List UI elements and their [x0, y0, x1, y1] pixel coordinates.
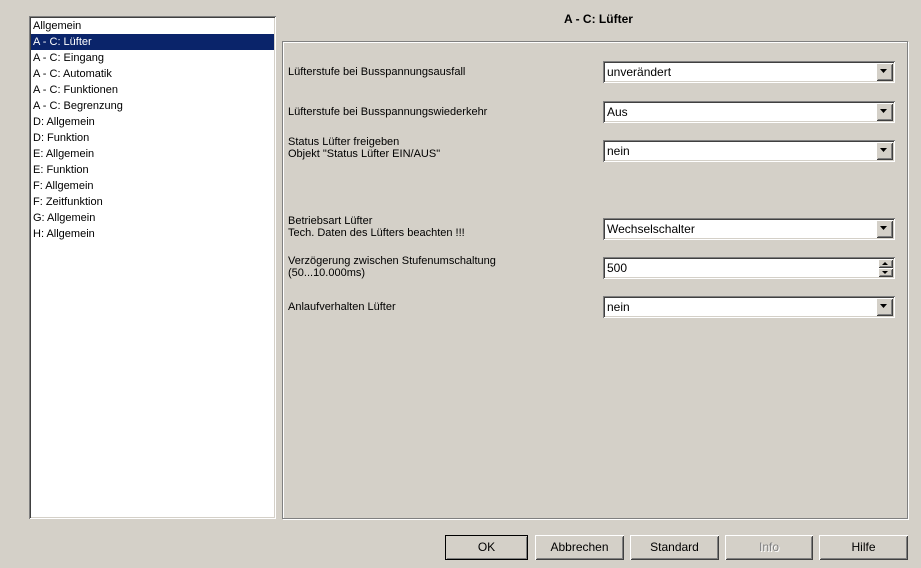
bus-recovery-select[interactable]: Aus: [603, 101, 895, 123]
spin-down-button[interactable]: [878, 268, 893, 277]
tree-item[interactable]: A - C: Funktionen: [31, 82, 274, 98]
tree-item[interactable]: F: Allgemein: [31, 178, 274, 194]
bus-failure-select[interactable]: unverändert: [603, 61, 895, 83]
tree-item[interactable]: E: Funktion: [31, 162, 274, 178]
param-label-startup: Anlaufverhalten Lüfter: [288, 301, 396, 313]
bus-failure-value: unverändert: [607, 65, 672, 79]
bus-recovery-value: Aus: [607, 105, 628, 119]
chevron-down-icon: [880, 109, 887, 113]
tree-item[interactable]: A - C: Begrenzung: [31, 98, 274, 114]
tree-item[interactable]: A - C: Automatik: [31, 66, 274, 82]
switch-delay-spinbox[interactable]: 500: [603, 257, 895, 279]
arrow-down-icon: [882, 271, 888, 274]
ok-button[interactable]: OK: [445, 535, 528, 560]
spin-up-button[interactable]: [878, 259, 893, 268]
info-button: Info: [725, 535, 813, 560]
param-label-bus-recovery: Lüfterstufe bei Busspannungswiederkehr: [288, 106, 488, 118]
dropdown-button[interactable]: [876, 142, 893, 160]
tree-item[interactable]: D: Allgemein: [31, 114, 274, 130]
standard-button[interactable]: Standard: [630, 535, 719, 560]
chevron-down-icon: [880, 69, 887, 73]
tree-item[interactable]: A - C: Eingang: [31, 50, 274, 66]
param-label-line: Objekt "Status Lüfter EIN/AUS": [288, 148, 441, 160]
help-button[interactable]: Hilfe: [819, 535, 908, 560]
dropdown-button[interactable]: [876, 103, 893, 121]
param-label-line: Tech. Daten des Lüfters beachten !!!: [288, 227, 465, 239]
arrow-up-icon: [882, 262, 888, 265]
parameter-tree[interactable]: Allgemein A - C: Lüfter A - C: Eingang A - …: [29, 16, 276, 519]
param-label-status-enable: Status Lüfter freigeben Objekt "Status L…: [288, 136, 440, 160]
param-label-operating-mode: Betriebsart Lüfter Tech. Daten des Lüfte…: [288, 215, 465, 239]
tree-item[interactable]: G: Allgemein: [31, 210, 274, 226]
startup-value: nein: [607, 300, 630, 314]
tree-item[interactable]: F: Zeitfunktion: [31, 194, 274, 210]
status-enable-value: nein: [607, 144, 630, 158]
param-label-bus-failure: Lüfterstufe bei Busspannungsausfall: [288, 66, 466, 78]
page-title: A - C: Lüfter: [564, 12, 633, 26]
dropdown-button[interactable]: [876, 220, 893, 238]
operating-mode-select[interactable]: Wechselschalter: [603, 218, 895, 240]
chevron-down-icon: [880, 304, 887, 308]
chevron-down-icon: [880, 226, 887, 230]
tree-item[interactable]: Allgemein: [31, 18, 274, 34]
dropdown-button[interactable]: [876, 298, 893, 316]
param-label-switch-delay: Verzögerung zwischen Stufenumschaltung (…: [288, 255, 496, 279]
tree-item[interactable]: H: Allgemein: [31, 226, 274, 242]
chevron-down-icon: [880, 148, 887, 152]
switch-delay-value: 500: [607, 261, 628, 275]
startup-select[interactable]: nein: [603, 296, 895, 318]
param-label-line: Betriebsart Lüfter: [288, 215, 373, 227]
cancel-button[interactable]: Abbrechen: [535, 535, 624, 560]
operating-mode-value: Wechselschalter: [607, 222, 695, 236]
param-label-line: Status Lüfter freigeben: [288, 136, 400, 148]
dropdown-button[interactable]: [876, 63, 893, 81]
param-label-line: (50...10.000ms): [288, 267, 366, 279]
tree-item[interactable]: D: Funktion: [31, 130, 274, 146]
tree-item[interactable]: A - C: Lüfter: [31, 34, 274, 50]
status-enable-select[interactable]: nein: [603, 140, 895, 162]
param-label-line: Verzögerung zwischen Stufenumschaltung: [288, 255, 496, 267]
tree-item[interactable]: E: Allgemein: [31, 146, 274, 162]
